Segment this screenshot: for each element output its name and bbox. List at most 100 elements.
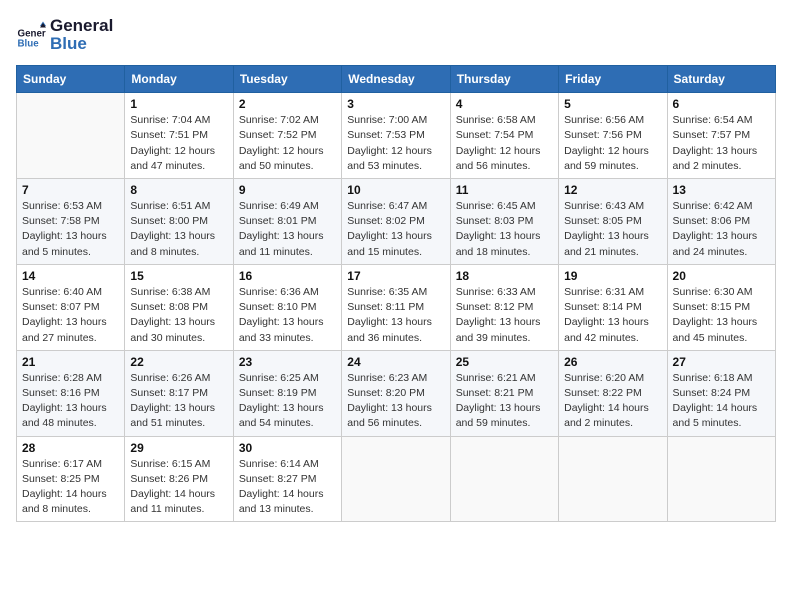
weekday-header: Monday <box>125 66 233 93</box>
day-info: Sunrise: 6:30 AMSunset: 8:15 PMDaylight:… <box>673 285 770 346</box>
day-number: 17 <box>347 269 444 283</box>
day-number: 3 <box>347 97 444 111</box>
calendar-cell: 3 Sunrise: 7:00 AMSunset: 7:53 PMDaylight… <box>342 93 450 179</box>
day-info: Sunrise: 6:40 AMSunset: 8:07 PMDaylight:… <box>22 285 119 346</box>
day-info: Sunrise: 6:35 AMSunset: 8:11 PMDaylight:… <box>347 285 444 346</box>
day-number: 14 <box>22 269 119 283</box>
calendar-cell: 21Sunrise: 6:28 AMSunset: 8:16 PMDayligh… <box>17 350 125 436</box>
calendar-week-row: 28 Sunrise: 6:17 AMSunset: 8:25 PMDayligh… <box>17 436 776 522</box>
day-info: Sunrise: 6:28 AMSunset: 8:16 PMDaylight:… <box>22 371 119 432</box>
calendar-cell <box>450 436 558 522</box>
day-info: Sunrise: 6:14 AMSunset: 8:27 PMDaylight:… <box>239 457 336 518</box>
calendar-cell: 12Sunrise: 6:43 AMSunset: 8:05 PMDayligh… <box>559 178 667 264</box>
weekday-header: Tuesday <box>233 66 341 93</box>
day-info: Sunrise: 7:02 AMSunset: 7:52 PMDaylight:… <box>239 113 336 174</box>
calendar-cell: 2 Sunrise: 7:02 AMSunset: 7:52 PMDaylight… <box>233 93 341 179</box>
day-info: Sunrise: 6:49 AMSunset: 8:01 PMDaylight:… <box>239 199 336 260</box>
day-info: Sunrise: 6:45 AMSunset: 8:03 PMDaylight:… <box>456 199 553 260</box>
calendar-header-row: SundayMondayTuesdayWednesdayThursdayFrid… <box>17 66 776 93</box>
day-info: Sunrise: 6:21 AMSunset: 8:21 PMDaylight:… <box>456 371 553 432</box>
day-number: 2 <box>239 97 336 111</box>
calendar-cell: 29Sunrise: 6:15 AMSunset: 8:26 PMDayligh… <box>125 436 233 522</box>
calendar-cell <box>667 436 775 522</box>
calendar-cell: 27Sunrise: 6:18 AMSunset: 8:24 PMDayligh… <box>667 350 775 436</box>
calendar-cell: 19 Sunrise: 6:31 AMSunset: 8:14 PMDayligh… <box>559 264 667 350</box>
day-number: 25 <box>456 355 553 369</box>
day-number: 16 <box>239 269 336 283</box>
day-info: Sunrise: 6:58 AMSunset: 7:54 PMDaylight:… <box>456 113 553 174</box>
calendar-cell: 11 Sunrise: 6:45 AMSunset: 8:03 PMDayligh… <box>450 178 558 264</box>
calendar-cell: 22Sunrise: 6:26 AMSunset: 8:17 PMDayligh… <box>125 350 233 436</box>
day-number: 20 <box>673 269 770 283</box>
day-number: 11 <box>456 183 553 197</box>
day-number: 30 <box>239 441 336 455</box>
day-info: Sunrise: 6:23 AMSunset: 8:20 PMDaylight:… <box>347 371 444 432</box>
day-number: 12 <box>564 183 661 197</box>
day-info: Sunrise: 6:31 AMSunset: 8:14 PMDaylight:… <box>564 285 661 346</box>
logo: General Blue General Blue <box>16 16 113 53</box>
calendar-cell: 15 Sunrise: 6:38 AMSunset: 8:08 PMDayligh… <box>125 264 233 350</box>
svg-text:Blue: Blue <box>18 38 40 49</box>
calendar-cell: 14 Sunrise: 6:40 AMSunset: 8:07 PMDayligh… <box>17 264 125 350</box>
day-info: Sunrise: 6:42 AMSunset: 8:06 PMDaylight:… <box>673 199 770 260</box>
logo-blue: Blue <box>50 34 113 54</box>
day-number: 26 <box>564 355 661 369</box>
day-info: Sunrise: 6:38 AMSunset: 8:08 PMDaylight:… <box>130 285 227 346</box>
day-number: 7 <box>22 183 119 197</box>
calendar-week-row: 7 Sunrise: 6:53 AMSunset: 7:58 PMDaylight… <box>17 178 776 264</box>
calendar-cell <box>559 436 667 522</box>
day-number: 27 <box>673 355 770 369</box>
calendar-cell: 13 Sunrise: 6:42 AMSunset: 8:06 PMDayligh… <box>667 178 775 264</box>
calendar-cell <box>342 436 450 522</box>
calendar-cell: 25 Sunrise: 6:21 AMSunset: 8:21 PMDayligh… <box>450 350 558 436</box>
calendar-cell: 18 Sunrise: 6:33 AMSunset: 8:12 PMDayligh… <box>450 264 558 350</box>
calendar-cell: 7 Sunrise: 6:53 AMSunset: 7:58 PMDaylight… <box>17 178 125 264</box>
day-number: 22 <box>130 355 227 369</box>
day-number: 4 <box>456 97 553 111</box>
day-info: Sunrise: 6:51 AMSunset: 8:00 PMDaylight:… <box>130 199 227 260</box>
calendar-cell: 26 Sunrise: 6:20 AMSunset: 8:22 PMDayligh… <box>559 350 667 436</box>
weekday-header: Friday <box>559 66 667 93</box>
day-number: 9 <box>239 183 336 197</box>
day-number: 18 <box>456 269 553 283</box>
calendar-cell <box>17 93 125 179</box>
day-number: 10 <box>347 183 444 197</box>
calendar-cell: 4 Sunrise: 6:58 AMSunset: 7:54 PMDaylight… <box>450 93 558 179</box>
day-number: 5 <box>564 97 661 111</box>
day-info: Sunrise: 6:53 AMSunset: 7:58 PMDaylight:… <box>22 199 119 260</box>
day-number: 6 <box>673 97 770 111</box>
calendar-cell: 5 Sunrise: 6:56 AMSunset: 7:56 PMDaylight… <box>559 93 667 179</box>
day-info: Sunrise: 6:56 AMSunset: 7:56 PMDaylight:… <box>564 113 661 174</box>
calendar-cell: 10Sunrise: 6:47 AMSunset: 8:02 PMDayligh… <box>342 178 450 264</box>
day-info: Sunrise: 7:00 AMSunset: 7:53 PMDaylight:… <box>347 113 444 174</box>
calendar-cell: 8Sunrise: 6:51 AMSunset: 8:00 PMDaylight… <box>125 178 233 264</box>
day-number: 15 <box>130 269 227 283</box>
day-info: Sunrise: 6:33 AMSunset: 8:12 PMDaylight:… <box>456 285 553 346</box>
calendar-week-row: 14 Sunrise: 6:40 AMSunset: 8:07 PMDayligh… <box>17 264 776 350</box>
day-info: Sunrise: 6:25 AMSunset: 8:19 PMDaylight:… <box>239 371 336 432</box>
logo-icon: General Blue <box>16 20 46 50</box>
day-info: Sunrise: 7:04 AMSunset: 7:51 PMDaylight:… <box>130 113 227 174</box>
calendar-cell: 20 Sunrise: 6:30 AMSunset: 8:15 PMDayligh… <box>667 264 775 350</box>
day-number: 19 <box>564 269 661 283</box>
calendar-cell: 6Sunrise: 6:54 AMSunset: 7:57 PMDaylight… <box>667 93 775 179</box>
day-number: 1 <box>130 97 227 111</box>
day-info: Sunrise: 6:17 AMSunset: 8:25 PMDaylight:… <box>22 457 119 518</box>
calendar-cell: 24Sunrise: 6:23 AMSunset: 8:20 PMDayligh… <box>342 350 450 436</box>
calendar-cell: 9 Sunrise: 6:49 AMSunset: 8:01 PMDaylight… <box>233 178 341 264</box>
day-number: 23 <box>239 355 336 369</box>
day-number: 28 <box>22 441 119 455</box>
page-header: General Blue General Blue <box>16 16 776 53</box>
day-info: Sunrise: 6:20 AMSunset: 8:22 PMDaylight:… <box>564 371 661 432</box>
weekday-header: Wednesday <box>342 66 450 93</box>
calendar-cell: 28 Sunrise: 6:17 AMSunset: 8:25 PMDayligh… <box>17 436 125 522</box>
weekday-header: Saturday <box>667 66 775 93</box>
day-number: 29 <box>130 441 227 455</box>
calendar-cell: 17 Sunrise: 6:35 AMSunset: 8:11 PMDayligh… <box>342 264 450 350</box>
calendar-cell: 23 Sunrise: 6:25 AMSunset: 8:19 PMDayligh… <box>233 350 341 436</box>
calendar-week-row: 21Sunrise: 6:28 AMSunset: 8:16 PMDayligh… <box>17 350 776 436</box>
calendar-table: SundayMondayTuesdayWednesdayThursdayFrid… <box>16 65 776 522</box>
day-number: 13 <box>673 183 770 197</box>
calendar-cell: 1 Sunrise: 7:04 AMSunset: 7:51 PMDaylight… <box>125 93 233 179</box>
weekday-header: Sunday <box>17 66 125 93</box>
